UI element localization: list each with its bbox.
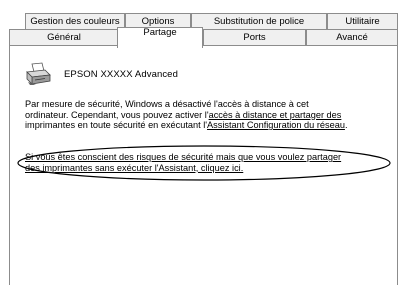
network-setup-wizard-link[interactable]: Assistant Configuration du réseau: [207, 120, 345, 130]
tab-ports[interactable]: Ports: [203, 29, 306, 46]
tab-substitution-de-police[interactable]: Substitution de police: [191, 13, 327, 30]
security-message-line: imprimantes en toute sécurité en exécuta…: [25, 120, 390, 131]
remote-access-link[interactable]: accès à distance et partager des: [209, 110, 342, 120]
printer-icon: [26, 62, 51, 85]
tab-gestion-des-couleurs[interactable]: Gestion des couleurs: [25, 13, 125, 30]
tab-utilitaire[interactable]: Utilitaire: [327, 13, 398, 30]
sharing-panel: EPSON XXXXX Advanced Par mesure de sécur…: [9, 45, 398, 285]
alternative-sharing-link-block: Si vous êtes conscient des risques de sé…: [25, 152, 390, 173]
tab-general[interactable]: Général: [9, 29, 119, 46]
security-message-text: imprimantes en toute sécurité en exécuta…: [25, 120, 208, 130]
security-message-line: Par mesure de sécurité, Windows a désact…: [25, 99, 309, 109]
security-message-line: ordinateur. Cependant, vous pouvez activ…: [25, 110, 390, 121]
security-message: Par mesure de sécurité, Windows a désact…: [25, 99, 390, 131]
share-without-wizard-link[interactable]: Si vous êtes conscient des risques de sé…: [25, 152, 390, 163]
security-message-text: .: [344, 120, 348, 130]
printer-header: EPSON XXXXX Advanced: [25, 61, 178, 87]
security-message-text: ordinateur. Cependant, vous pouvez activ…: [25, 109, 209, 120]
tab-avance[interactable]: Avancé: [306, 29, 398, 46]
share-without-wizard-link-cont[interactable]: des imprimantes sans exécuter l'Assistan…: [25, 163, 390, 174]
printer-name: EPSON XXXXX Advanced: [64, 68, 178, 80]
tab-partage[interactable]: Partage: [117, 27, 203, 48]
